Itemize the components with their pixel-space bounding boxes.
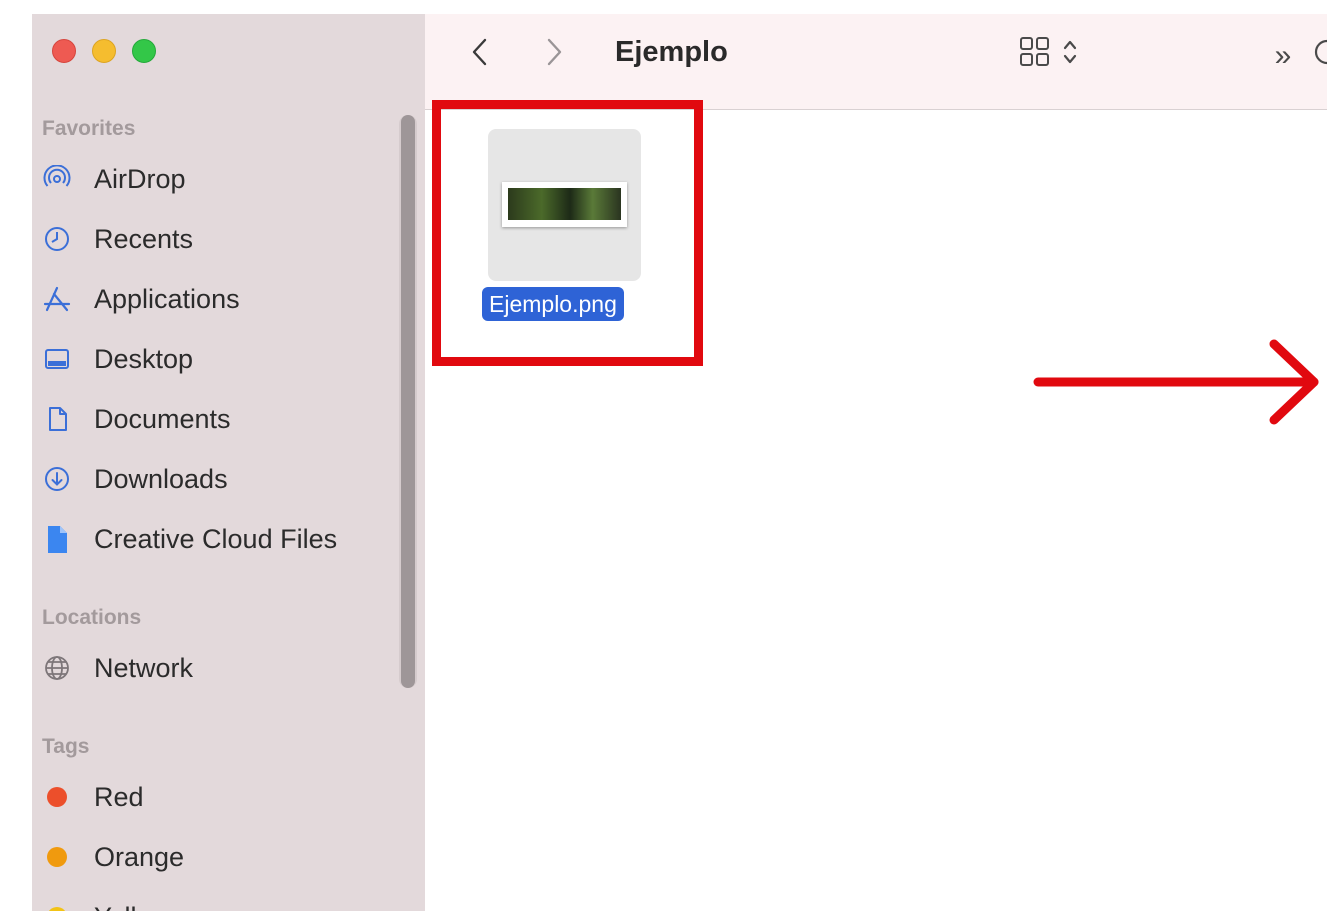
view-options-button[interactable] bbox=[1003, 34, 1093, 74]
sidebar-item-tag-yellow[interactable]: Yellow bbox=[42, 895, 402, 911]
sidebar-scrollbar-thumb[interactable] bbox=[401, 115, 415, 688]
sidebar-item-network[interactable]: Network bbox=[42, 646, 402, 690]
toolbar: Ejemplo » bbox=[425, 14, 1327, 110]
sidebar-item-label: Documents bbox=[94, 403, 231, 434]
sidebar-item-label: AirDrop bbox=[94, 163, 186, 194]
chevron-left-icon bbox=[470, 37, 490, 72]
sidebar-item-downloads[interactable]: Downloads bbox=[42, 457, 402, 501]
finder-window: Favorites AirDrop Recents Applications D… bbox=[32, 14, 1327, 911]
maximize-window-button[interactable] bbox=[132, 39, 156, 63]
forward-button[interactable] bbox=[537, 34, 571, 74]
sidebar-item-label: Desktop bbox=[94, 343, 194, 374]
sidebar: Favorites AirDrop Recents Applications D… bbox=[32, 14, 425, 911]
search-icon bbox=[1311, 37, 1327, 76]
back-button[interactable] bbox=[463, 34, 497, 74]
double-chevron-right-icon: » bbox=[1274, 39, 1292, 72]
red-arrow-annotation bbox=[1032, 335, 1327, 435]
sidebar-item-label: Network bbox=[94, 652, 194, 683]
download-icon bbox=[42, 464, 72, 494]
favorites-section-title: Favorites bbox=[42, 117, 136, 140]
applications-icon bbox=[42, 284, 72, 314]
tags-section-title: Tags bbox=[42, 735, 90, 758]
file-browser-area[interactable]: Ejemplo.png bbox=[425, 110, 1327, 911]
sidebar-item-label: Orange bbox=[94, 841, 185, 872]
sidebar-item-creative-cloud-files[interactable]: Creative Cloud Files bbox=[42, 517, 402, 561]
tag-red-dot bbox=[42, 782, 72, 812]
sidebar-item-applications[interactable]: Applications bbox=[42, 277, 402, 321]
window-controls bbox=[52, 39, 156, 63]
minimize-window-button[interactable] bbox=[92, 39, 116, 63]
sidebar-item-label: Creative Cloud Files bbox=[94, 523, 338, 554]
sidebar-item-documents[interactable]: Documents bbox=[42, 397, 402, 441]
sidebar-item-tag-orange[interactable]: Orange bbox=[42, 835, 402, 879]
toolbar-overflow-button[interactable]: » bbox=[1263, 36, 1303, 76]
airdrop-icon bbox=[42, 164, 72, 194]
sidebar-item-label: Downloads bbox=[94, 463, 228, 494]
document-icon bbox=[42, 404, 72, 434]
sidebar-item-airdrop[interactable]: AirDrop bbox=[42, 157, 402, 201]
close-window-button[interactable] bbox=[52, 39, 76, 63]
icon-grid-icon bbox=[1018, 35, 1052, 74]
search-button[interactable] bbox=[1311, 36, 1327, 76]
fern-image-preview bbox=[508, 188, 621, 220]
window-title: Ejemplo bbox=[615, 36, 728, 68]
file-item-ejemplo-png[interactable] bbox=[488, 129, 641, 281]
sidebar-item-tag-red[interactable]: Red bbox=[42, 775, 402, 819]
clock-icon bbox=[42, 224, 72, 254]
locations-section-title: Locations bbox=[42, 606, 142, 629]
sidebar-item-label: Yellow bbox=[94, 902, 171, 911]
tag-yellow-dot bbox=[42, 902, 72, 911]
sidebar-scrollbar[interactable] bbox=[399, 115, 417, 688]
globe-icon bbox=[42, 653, 72, 683]
file-name-label[interactable]: Ejemplo.png bbox=[482, 287, 624, 321]
chevron-updown-icon bbox=[1062, 37, 1078, 72]
sidebar-item-label: Red bbox=[94, 781, 144, 812]
cloud-file-icon bbox=[42, 524, 72, 554]
sidebar-item-label: Recents bbox=[94, 223, 194, 254]
tag-orange-dot bbox=[42, 842, 72, 872]
sidebar-item-label: Applications bbox=[94, 283, 240, 314]
desktop-icon bbox=[42, 344, 72, 374]
chevron-right-icon bbox=[544, 37, 564, 72]
image-thumbnail bbox=[502, 182, 627, 227]
sidebar-item-desktop[interactable]: Desktop bbox=[42, 337, 402, 381]
sidebar-item-recents[interactable]: Recents bbox=[42, 217, 402, 261]
